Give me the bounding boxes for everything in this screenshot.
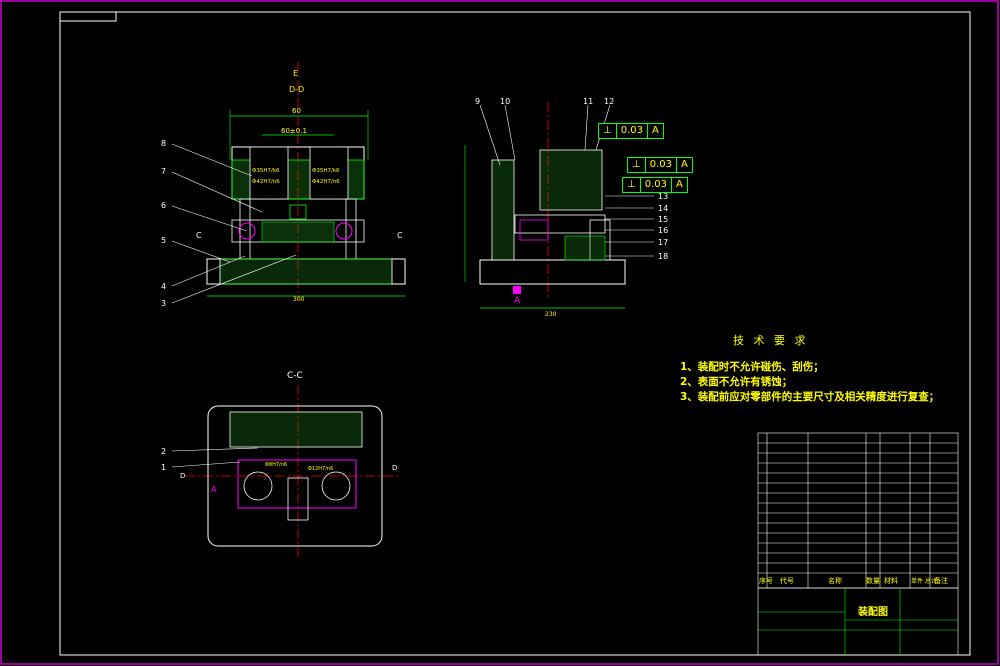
tech-requirement-item: 1、装配时不允许碰伤、刮伤； [680,361,824,373]
side-callout: 9 [475,97,480,106]
tb-col-seq: 序号 [759,577,773,585]
side-callout: 13 [658,192,668,201]
tb-col-code: 代号 [780,577,794,585]
tolerance-value: 0.03 [644,158,676,172]
drawing-title: 装配图 [858,607,888,618]
datum-a-label: A [514,296,521,306]
front-fit-4: Φ42H7/n6 [312,179,340,185]
tolerance-value: 0.03 [615,124,647,138]
front-fit-3: Φ35H7/k6 [312,168,340,174]
side-callout: 17 [658,238,668,247]
front-view-e-label: E [293,69,298,78]
front-dim-base: 300 [293,296,305,303]
sheet-corner-tab [59,11,117,22]
tb-col-material: 材料 [884,577,898,585]
front-fit-2: Φ42H7/n6 [252,179,280,185]
tolerance-datum: A [675,158,692,172]
perpendicularity-icon: ⊥ [603,125,612,136]
tolerance-frame-2: ⊥ 0.03 A [627,157,693,173]
perpendicularity-icon: ⊥ [627,179,636,190]
cc-fit-1: Φ8H7/n6 [265,462,287,468]
front-callout: 5 [161,236,166,245]
front-callout: 3 [161,299,166,308]
tolerance-frame-3: ⊥ 0.03 A [622,177,688,193]
side-callout: 12 [604,97,614,106]
tech-requirements-title: 技 术 要 求 [733,334,809,347]
tb-col-qty: 数量 [866,577,880,585]
section-cc-view: C-C Φ8H7/n6 Φ12H7/n6 A D D 2 1 [161,371,400,560]
side-dim-base: 230 [545,311,557,318]
section-callout: 2 [161,447,166,456]
front-callout: 6 [161,201,166,210]
front-dim-pitch: 60±0.1 [281,127,307,135]
front-callout: 4 [161,282,166,291]
front-fit-1: Φ35H7/k6 [252,168,280,174]
cad-assembly-drawing: E D-D 60 60±0.1 Φ35H7/k6 Φ42H7/n6 Φ35H7/… [0,0,999,665]
cc-mark-d-left: D [180,472,185,480]
title-block [757,432,959,656]
tolerance-frame-1: ⊥ 0.03 A [598,123,664,139]
side-callout: 15 [658,215,668,224]
perpendicularity-icon: ⊥ [632,159,641,170]
cc-mark-d-right: D [392,464,397,472]
side-callout: 18 [658,252,668,261]
tolerance-value: 0.03 [639,178,671,192]
tb-col-name: 名称 [828,577,842,585]
side-callout: 14 [658,204,668,213]
tolerance-datum: A [646,124,663,138]
tolerance-datum: A [670,178,687,192]
front-view-title: D-D [289,85,304,94]
front-dim-width: 60 [292,107,301,115]
section-cc-title: C-C [287,371,303,381]
cc-mark-a: A [211,485,217,494]
side-callout: 11 [583,97,593,106]
front-callout: 7 [161,167,166,176]
front-view: E D-D 60 60±0.1 Φ35H7/k6 Φ42H7/n6 Φ35H7/… [161,62,406,308]
front-callout: 8 [161,139,166,148]
tech-requirement-item: 3、装配前应对零部件的主要尺寸及相关精度进行复查； [680,391,940,403]
sheet-border-inner [59,11,971,656]
tb-col-note: 备注 [934,577,948,585]
cc-fit-2: Φ12H7/n6 [308,466,333,472]
section-mark-c-left: C [196,231,202,240]
section-mark-c-right: C [397,231,403,240]
side-callout: 10 [500,97,510,106]
tech-requirement-item: 2、表面不允许有锈蚀； [680,376,793,388]
side-callout: 16 [658,226,668,235]
section-callout: 1 [161,463,166,472]
